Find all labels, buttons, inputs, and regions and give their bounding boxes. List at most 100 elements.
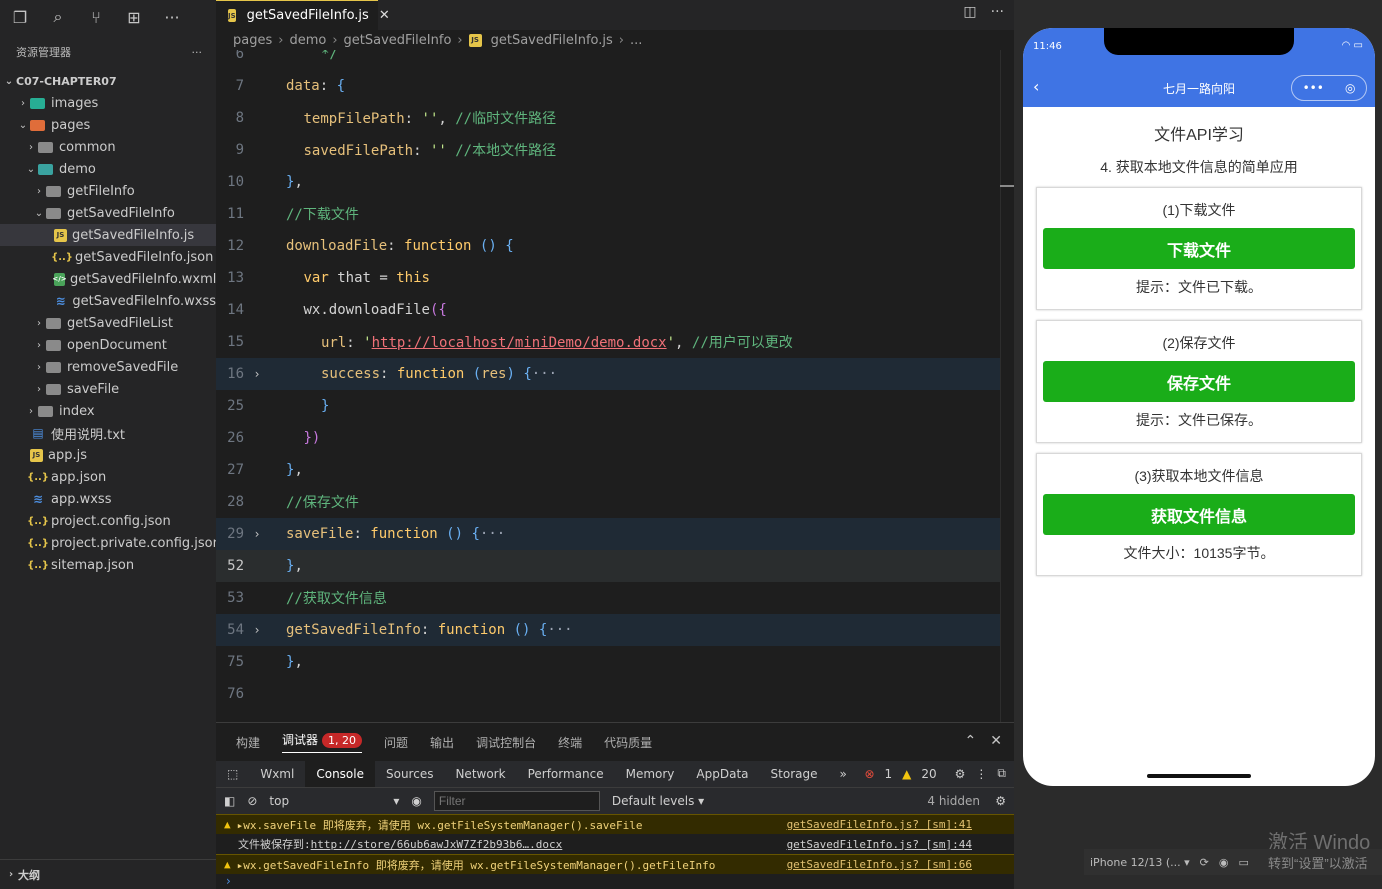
tree-item[interactable]: ≋ app.wxss	[0, 488, 216, 510]
tree-item[interactable]: › openDocument	[0, 334, 216, 356]
code-line[interactable]: 7 data: {	[216, 70, 1000, 102]
undock-icon[interactable]: ⧉	[997, 766, 1006, 781]
message-source-link[interactable]: getSavedFileInfo.js? [sm]:66	[787, 858, 972, 871]
tab-code-quality[interactable]: 代码质量	[604, 734, 652, 751]
tree-item[interactable]: › images	[0, 92, 216, 114]
fold-chevron-icon[interactable]: ›	[244, 527, 270, 541]
breadcrumb-item[interactable]: pages	[233, 33, 272, 48]
fold-chevron-icon[interactable]: ›	[244, 623, 270, 637]
console-settings-icon[interactable]: ⚙	[995, 794, 1006, 808]
devtools-more-tabs[interactable]: »	[828, 761, 857, 787]
tree-item[interactable]: › common	[0, 136, 216, 158]
tab-output[interactable]: 输出	[430, 734, 454, 751]
tree-item[interactable]: {..} project.private.config.json	[0, 532, 221, 554]
get-file-info-button[interactable]: 获取文件信息	[1043, 494, 1355, 535]
code-line[interactable]: 53 //获取文件信息	[216, 582, 1000, 614]
devtools-tab-network[interactable]: Network	[444, 761, 516, 787]
code-line[interactable]: 16 › success: function (res) {···	[216, 358, 1000, 390]
message-text[interactable]: ▸wx.getSavedFileInfo 即将废弃，请使用 wx.getFile…	[237, 857, 716, 873]
tree-item[interactable]: ⌄ getSavedFileInfo	[0, 202, 216, 224]
explorer-more-button[interactable]: ···	[192, 46, 203, 59]
devtools-tab-appdata[interactable]: AppData	[685, 761, 759, 787]
devtools-tab-performance[interactable]: Performance	[517, 761, 615, 787]
download-file-button[interactable]: 下载文件	[1043, 228, 1355, 269]
devtools-tab-storage[interactable]: Storage	[760, 761, 829, 787]
settings-gear-icon[interactable]: ⚙	[955, 767, 966, 781]
devtools-tab-sources[interactable]: Sources	[375, 761, 444, 787]
devtools-tab-wxml[interactable]: Wxml	[249, 761, 305, 787]
save-file-button[interactable]: 保存文件	[1043, 361, 1355, 402]
split-editor-icon[interactable]: ◫	[963, 4, 976, 20]
close-target-icon[interactable]: ◎	[1345, 81, 1355, 95]
rotate-icon[interactable]: ⟳	[1200, 856, 1209, 869]
eye-icon[interactable]: ◉	[411, 794, 421, 808]
code-line[interactable]: 9 savedFilePath: '' //本地文件路径	[216, 134, 1000, 166]
devtools-tab-memory[interactable]: Memory	[615, 761, 686, 787]
hide-icon[interactable]: ▭	[1238, 856, 1248, 869]
message-file-link[interactable]: http://store/66ub6awJxW7Zf2b93b6….docx	[311, 838, 563, 851]
code-line[interactable]: 15 url: 'http://localhost/miniDemo/demo.d…	[216, 326, 1000, 358]
tree-item[interactable]: {..} project.config.json	[0, 510, 216, 532]
message-source-link[interactable]: getSavedFileInfo.js? [sm]:44	[787, 838, 972, 851]
tree-item[interactable]: </> getSavedFileInfo.wxml	[0, 268, 216, 290]
console-filter-input[interactable]	[433, 791, 600, 811]
editor-scrollbar[interactable]	[1000, 50, 1014, 722]
breadcrumb-item[interactable]: demo	[289, 33, 326, 48]
files-icon[interactable]: ❐	[8, 5, 32, 29]
warning-count[interactable]: 20	[921, 767, 936, 781]
message-text[interactable]: ▸wx.saveFile 即将废弃，请使用 wx.getFileSystemMa…	[237, 817, 643, 833]
code-line[interactable]: 11 //下载文件	[216, 198, 1000, 230]
kebab-menu-icon[interactable]: ⋮	[975, 767, 987, 781]
context-select[interactable]: top ▾	[269, 794, 399, 808]
search-icon[interactable]: ⌕	[46, 5, 70, 29]
device-select[interactable]: iPhone 12/13 (... ▾	[1090, 856, 1190, 869]
code-line[interactable]: 10},	[216, 166, 1000, 198]
sidebar-toggle-icon[interactable]: ◧	[224, 794, 235, 808]
breadcrumb-item[interactable]: ...	[630, 33, 642, 48]
close-panel-icon[interactable]: ✕	[990, 733, 1002, 749]
code-line[interactable]: 52},	[216, 550, 1000, 582]
code-line[interactable]: 26})	[216, 422, 1000, 454]
tab-debugger[interactable]: 调试器 1, 20	[282, 731, 363, 753]
tree-item[interactable]: ⌄ pages	[0, 114, 216, 136]
tree-item[interactable]: JS getSavedFileInfo.js	[0, 224, 216, 246]
back-arrow-icon[interactable]: ‹	[1033, 77, 1039, 96]
tab-debug-console[interactable]: 调试控制台	[476, 734, 536, 751]
tab-getsavedfileinfo-js[interactable]: JS getSavedFileInfo.js ✕	[216, 0, 390, 30]
tree-item[interactable]: {..} app.json	[0, 466, 216, 488]
extensions-icon[interactable]: ⊞	[122, 5, 146, 29]
tree-item[interactable]: › getFileInfo	[0, 180, 216, 202]
tab-terminal[interactable]: 终端	[558, 734, 582, 751]
tree-item[interactable]: ▤ 使用说明.txt	[0, 422, 216, 444]
code-editor[interactable]: 6 */ 7 data: {8 tempFilePath: '', //临时文件路径 9 s…	[216, 50, 1014, 722]
code-line[interactable]: 12 downloadFile: function () {	[216, 230, 1000, 262]
tree-item[interactable]: ⌄ demo	[0, 158, 216, 180]
tree-item[interactable]: › removeSavedFile	[0, 356, 216, 378]
breadcrumb-item[interactable]: getSavedFileInfo	[344, 33, 452, 48]
breadcrumb-item[interactable]: getSavedFileInfo.js	[491, 33, 613, 48]
code-line[interactable]: 14 wx.downloadFile({	[216, 294, 1000, 326]
code-line[interactable]: 13 var that = this	[216, 262, 1000, 294]
inspect-icon[interactable]: ⬚	[216, 761, 249, 787]
more-icon[interactable]: ···	[160, 5, 184, 29]
tree-item[interactable]: › index	[0, 400, 216, 422]
error-count[interactable]: 1	[885, 767, 893, 781]
code-line[interactable]: 28 //保存文件	[216, 486, 1000, 518]
maximize-panel-icon[interactable]: ⌃	[965, 733, 977, 749]
tree-item[interactable]: {..} getSavedFileInfo.json	[0, 246, 216, 268]
tree-item[interactable]: › saveFile	[0, 378, 216, 400]
outline-section[interactable]: › 大纲	[0, 859, 216, 889]
console-prompt[interactable]: ›	[216, 874, 1014, 889]
tree-item[interactable]: ≋ getSavedFileInfo.wxss	[0, 290, 216, 312]
more-actions-icon[interactable]: ···	[991, 4, 1004, 20]
log-levels-select[interactable]: Default levels ▾	[612, 794, 704, 808]
code-line[interactable]: 75},	[216, 646, 1000, 678]
source-control-icon[interactable]: ⑂	[84, 5, 108, 29]
message-source-link[interactable]: getSavedFileInfo.js? [sm]:41	[787, 818, 972, 831]
code-line[interactable]: 25}	[216, 390, 1000, 422]
clear-console-icon[interactable]: ⊘	[247, 794, 257, 808]
code-line[interactable]: 54 › getSavedFileInfo: function () {···	[216, 614, 1000, 646]
project-section-header[interactable]: ⌄ C07-CHAPTER07	[0, 70, 216, 92]
code-line[interactable]: 29 › saveFile: function () {···	[216, 518, 1000, 550]
record-icon[interactable]: ◉	[1219, 856, 1229, 869]
